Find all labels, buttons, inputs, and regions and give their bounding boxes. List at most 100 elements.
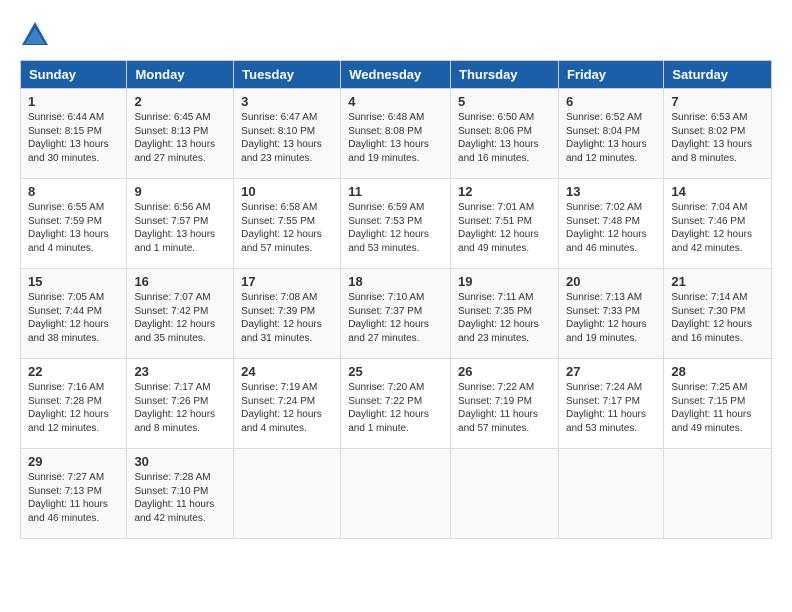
calendar-cell: 20Sunrise: 7:13 AMSunset: 7:33 PMDayligh… — [558, 269, 663, 359]
day-number: 14 — [671, 184, 764, 199]
cell-sunset: Sunset: 7:42 PM — [134, 306, 208, 317]
day-number: 16 — [134, 274, 226, 289]
cell-sunrise: Sunrise: 7:10 AM — [348, 292, 424, 303]
day-number: 4 — [348, 94, 443, 109]
cell-sunrise: Sunrise: 7:14 AM — [671, 292, 747, 303]
header-wednesday: Wednesday — [341, 61, 451, 89]
cell-daylight: Daylight: 12 hours and 57 minutes. — [241, 229, 322, 254]
cell-daylight: Daylight: 12 hours and 1 minute. — [348, 409, 429, 434]
cell-daylight: Daylight: 12 hours and 38 minutes. — [28, 319, 109, 344]
calendar-cell: 17Sunrise: 7:08 AMSunset: 7:39 PMDayligh… — [234, 269, 341, 359]
cell-daylight: Daylight: 12 hours and 49 minutes. — [458, 229, 539, 254]
cell-sunrise: Sunrise: 7:13 AM — [566, 292, 642, 303]
day-number: 10 — [241, 184, 333, 199]
calendar-week-row: 15Sunrise: 7:05 AMSunset: 7:44 PMDayligh… — [21, 269, 772, 359]
calendar-cell: 27Sunrise: 7:24 AMSunset: 7:17 PMDayligh… — [558, 359, 663, 449]
cell-sunset: Sunset: 8:04 PM — [566, 126, 640, 137]
day-number: 30 — [134, 454, 226, 469]
cell-sunset: Sunset: 7:28 PM — [28, 396, 102, 407]
cell-sunrise: Sunrise: 6:53 AM — [671, 112, 747, 123]
calendar-cell: 30 Sunrise: 7:28 AM Sunset: 7:10 PM Dayligh… — [127, 449, 234, 539]
day-number: 11 — [348, 184, 443, 199]
cell-daylight: Daylight: 12 hours and 27 minutes. — [348, 319, 429, 344]
cell-sunrise: Sunrise: 6:50 AM — [458, 112, 534, 123]
cell-daylight: Daylight: 11 hours and 42 minutes. — [134, 499, 214, 524]
calendar-cell: 26Sunrise: 7:22 AMSunset: 7:19 PMDayligh… — [451, 359, 559, 449]
day-number: 20 — [566, 274, 656, 289]
cell-sunset: Sunset: 8:15 PM — [28, 126, 102, 137]
cell-sunrise: Sunrise: 7:02 AM — [566, 202, 642, 213]
calendar-cell: 8Sunrise: 6:55 AMSunset: 7:59 PMDaylight… — [21, 179, 127, 269]
cell-sunrise: Sunrise: 7:11 AM — [458, 292, 533, 303]
cell-sunset: Sunset: 7:10 PM — [134, 486, 208, 497]
calendar-cell — [451, 449, 559, 539]
cell-sunrise: Sunrise: 6:58 AM — [241, 202, 317, 213]
cell-daylight: Daylight: 12 hours and 8 minutes. — [134, 409, 215, 434]
cell-daylight: Daylight: 13 hours and 19 minutes. — [348, 139, 429, 164]
cell-daylight: Daylight: 13 hours and 8 minutes. — [671, 139, 752, 164]
calendar-table: SundayMondayTuesdayWednesdayThursdayFrid… — [20, 60, 772, 539]
calendar-cell: 12Sunrise: 7:01 AMSunset: 7:51 PMDayligh… — [451, 179, 559, 269]
calendar-cell: 28Sunrise: 7:25 AMSunset: 7:15 PMDayligh… — [664, 359, 772, 449]
calendar-cell: 23Sunrise: 7:17 AMSunset: 7:26 PMDayligh… — [127, 359, 234, 449]
cell-sunset: Sunset: 7:22 PM — [348, 396, 422, 407]
calendar-cell: 9Sunrise: 6:56 AMSunset: 7:57 PMDaylight… — [127, 179, 234, 269]
cell-sunrise: Sunrise: 7:17 AM — [134, 382, 210, 393]
cell-sunrise: Sunrise: 7:28 AM — [134, 472, 210, 483]
cell-daylight: Daylight: 11 hours and 53 minutes. — [566, 409, 646, 434]
cell-daylight: Daylight: 13 hours and 27 minutes. — [134, 139, 215, 164]
cell-sunrise: Sunrise: 6:45 AM — [134, 112, 210, 123]
cell-daylight: Daylight: 12 hours and 53 minutes. — [348, 229, 429, 254]
cell-daylight: Daylight: 13 hours and 23 minutes. — [241, 139, 322, 164]
cell-sunset: Sunset: 7:13 PM — [28, 486, 102, 497]
day-number: 22 — [28, 364, 119, 379]
cell-sunset: Sunset: 7:44 PM — [28, 306, 102, 317]
cell-sunrise: Sunrise: 7:08 AM — [241, 292, 317, 303]
cell-sunrise: Sunrise: 7:05 AM — [28, 292, 104, 303]
calendar-cell: 15Sunrise: 7:05 AMSunset: 7:44 PMDayligh… — [21, 269, 127, 359]
day-number: 28 — [671, 364, 764, 379]
cell-daylight: Daylight: 13 hours and 1 minute. — [134, 229, 215, 254]
cell-daylight: Daylight: 12 hours and 12 minutes. — [28, 409, 109, 434]
calendar-cell: 14Sunrise: 7:04 AMSunset: 7:46 PMDayligh… — [664, 179, 772, 269]
cell-daylight: Daylight: 12 hours and 31 minutes. — [241, 319, 322, 344]
cell-sunset: Sunset: 8:13 PM — [134, 126, 208, 137]
calendar-week-row: 22Sunrise: 7:16 AMSunset: 7:28 PMDayligh… — [21, 359, 772, 449]
cell-sunset: Sunset: 7:39 PM — [241, 306, 315, 317]
cell-sunrise: Sunrise: 6:59 AM — [348, 202, 424, 213]
cell-sunrise: Sunrise: 6:47 AM — [241, 112, 317, 123]
cell-sunset: Sunset: 7:48 PM — [566, 216, 640, 227]
cell-sunset: Sunset: 8:02 PM — [671, 126, 745, 137]
calendar-cell — [664, 449, 772, 539]
cell-sunrise: Sunrise: 6:48 AM — [348, 112, 424, 123]
day-number: 27 — [566, 364, 656, 379]
cell-daylight: Daylight: 12 hours and 23 minutes. — [458, 319, 539, 344]
cell-daylight: Daylight: 12 hours and 16 minutes. — [671, 319, 752, 344]
cell-sunset: Sunset: 7:17 PM — [566, 396, 640, 407]
cell-sunrise: Sunrise: 7:04 AM — [671, 202, 747, 213]
cell-sunset: Sunset: 8:10 PM — [241, 126, 315, 137]
day-number: 3 — [241, 94, 333, 109]
day-number: 7 — [671, 94, 764, 109]
cell-daylight: Daylight: 13 hours and 30 minutes. — [28, 139, 109, 164]
day-number: 19 — [458, 274, 551, 289]
day-number: 25 — [348, 364, 443, 379]
cell-sunrise: Sunrise: 6:52 AM — [566, 112, 642, 123]
cell-sunset: Sunset: 8:08 PM — [348, 126, 422, 137]
day-number: 24 — [241, 364, 333, 379]
day-number: 13 — [566, 184, 656, 199]
day-number: 12 — [458, 184, 551, 199]
page-header — [20, 20, 772, 50]
cell-daylight: Daylight: 12 hours and 4 minutes. — [241, 409, 322, 434]
day-number: 6 — [566, 94, 656, 109]
cell-sunset: Sunset: 7:35 PM — [458, 306, 532, 317]
cell-sunset: Sunset: 7:24 PM — [241, 396, 315, 407]
cell-daylight: Daylight: 12 hours and 46 minutes. — [566, 229, 647, 254]
calendar-cell: 5Sunrise: 6:50 AMSunset: 8:06 PMDaylight… — [451, 89, 559, 179]
calendar-cell: 3 Sunrise: 6:47 AM Sunset: 8:10 PM Daylight… — [234, 89, 341, 179]
calendar-header-row: SundayMondayTuesdayWednesdayThursdayFrid… — [21, 61, 772, 89]
calendar-cell — [558, 449, 663, 539]
calendar-cell — [234, 449, 341, 539]
calendar-cell: 7 Sunrise: 6:53 AM Sunset: 8:02 PM Daylight… — [664, 89, 772, 179]
cell-sunrise: Sunrise: 6:56 AM — [134, 202, 210, 213]
